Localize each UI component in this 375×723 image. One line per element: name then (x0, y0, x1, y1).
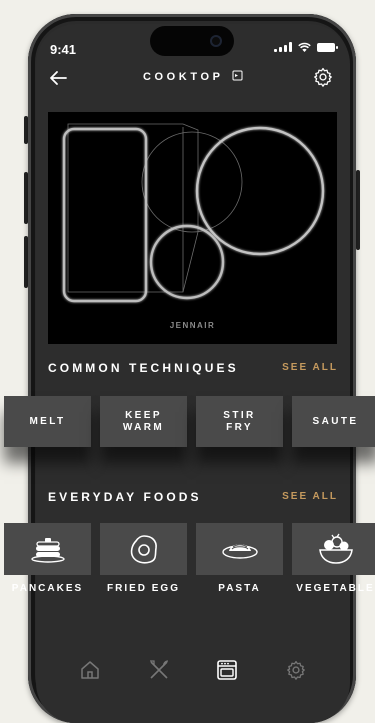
status-time: 9:41 (50, 42, 77, 57)
camera-icon (210, 35, 222, 47)
technique-stir-fry[interactable]: STIR FRY (196, 396, 283, 447)
nav-settings[interactable] (281, 655, 311, 685)
food-pasta-label: PASTA (218, 583, 261, 594)
fried-egg-icon (130, 535, 157, 564)
nav-recipes[interactable] (144, 655, 174, 685)
wifi-icon (298, 42, 311, 52)
technique-saute[interactable]: SAUTE (292, 396, 375, 447)
food-pancakes-label: PANCAKES (11, 583, 84, 594)
food-vegetable-tile (292, 523, 375, 575)
foods-row: PANCAKES FRIED EGG PASTA VEGETABLE (4, 523, 375, 594)
foods-header: EVERYDAY FOODS SEE ALL (48, 490, 338, 506)
settings-button[interactable] (312, 66, 336, 90)
bottom-nav (36, 640, 350, 700)
technique-keep-warm[interactable]: KEEP WARM (100, 396, 187, 447)
techniques-see-all-link[interactable]: SEE ALL (282, 362, 338, 373)
food-fried-egg-tile (100, 523, 187, 575)
vegetable-icon (318, 533, 353, 564)
home-icon (81, 661, 99, 679)
battery-icon (317, 42, 338, 52)
technique-melt[interactable]: MELT (4, 396, 91, 447)
food-vegetable[interactable]: VEGETABLE (292, 523, 375, 594)
large-burner[interactable] (195, 126, 325, 256)
status-icons (274, 42, 338, 52)
food-pasta-tile (196, 523, 283, 575)
brand-logo: JENNAIR (169, 321, 216, 330)
settings-icon (286, 660, 305, 680)
foods-title: EVERYDAY FOODS (48, 490, 202, 504)
zone-outline (67, 123, 243, 293)
bridge-burner[interactable] (62, 127, 148, 303)
cellular-signal-icon (274, 42, 292, 52)
utensils-icon (149, 660, 168, 679)
pancakes-icon (30, 538, 65, 563)
pasta-icon (221, 544, 258, 559)
nav-appliance[interactable] (212, 655, 242, 685)
cooktop-diagram[interactable]: JENNAIR (48, 112, 337, 344)
food-pancakes-tile (4, 523, 91, 575)
gear-icon (314, 67, 332, 87)
food-pancakes[interactable]: PANCAKES (4, 523, 91, 594)
techniques-row: MELT KEEP WARM STIR FRY SAUTE (4, 396, 375, 447)
page-title: COOKTOP (36, 70, 350, 83)
oven-icon (217, 660, 238, 680)
nav-home[interactable] (75, 655, 105, 685)
techniques-title: COMMON TECHNIQUES (48, 361, 239, 375)
food-vegetable-label: VEGETABLE (296, 583, 375, 594)
power-button (356, 170, 360, 250)
cooktop-burners-graphic (62, 123, 325, 303)
page-title-text: COOKTOP (142, 71, 224, 83)
food-pasta[interactable]: PASTA (196, 523, 283, 594)
header: COOKTOP (36, 62, 350, 94)
cast-icon (232, 70, 243, 81)
food-fried-egg-label: FRIED EGG (106, 583, 180, 594)
food-fried-egg[interactable]: FRIED EGG (100, 523, 187, 594)
foods-see-all-link[interactable]: SEE ALL (282, 491, 338, 502)
dynamic-island (150, 26, 234, 56)
small-burner[interactable] (149, 224, 225, 300)
techniques-header: COMMON TECHNIQUES SEE ALL (48, 361, 338, 377)
